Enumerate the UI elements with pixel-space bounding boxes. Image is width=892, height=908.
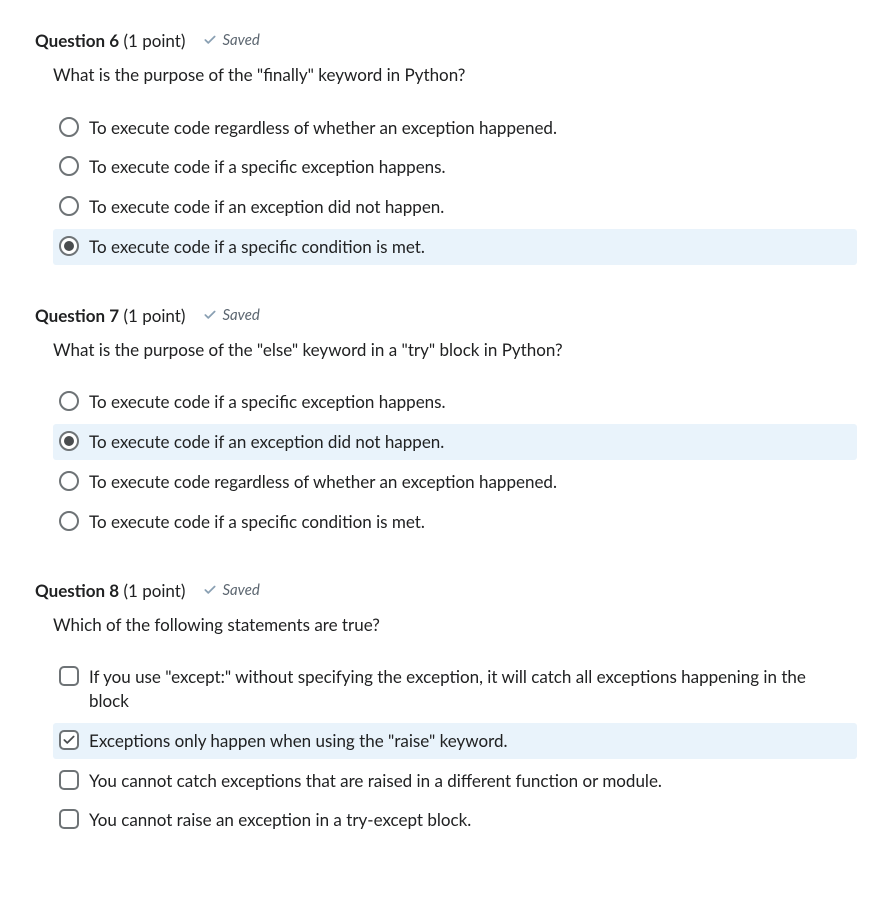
question-points: (1 point) — [123, 30, 185, 51]
radio-input[interactable] — [59, 511, 79, 531]
question-header: Question 6 (1 point) Saved — [35, 30, 857, 51]
option-text: To execute code regardless of whether an… — [89, 116, 849, 140]
option-text: You cannot raise an exception in a try-e… — [89, 808, 849, 832]
option-row[interactable]: To execute code if a specific condition … — [53, 504, 857, 540]
option-text: Exceptions only happen when using the "r… — [89, 729, 849, 753]
checkbox-input[interactable] — [59, 666, 79, 686]
option-text: To execute code regardless of whether an… — [89, 470, 849, 494]
question-title: Question 7 (1 point) — [35, 305, 185, 326]
option-text: To execute code if an exception did not … — [89, 430, 849, 454]
question-header: Question 8 (1 point) Saved — [35, 580, 857, 601]
question-prompt: What is the purpose of the "else" keywor… — [53, 338, 857, 363]
option-text: You cannot catch exceptions that are rai… — [89, 769, 849, 793]
option-row[interactable]: To execute code if a specific condition … — [53, 229, 857, 265]
question-block: Question 8 (1 point) Saved Which of the fo… — [35, 580, 857, 839]
saved-label: Saved — [222, 306, 259, 324]
question-title-prefix: Question — [35, 30, 109, 51]
option-row[interactable]: If you use "except:" without specifying … — [53, 659, 857, 719]
option-text: To execute code if a specific exception … — [89, 155, 849, 179]
question-title: Question 6 (1 point) — [35, 30, 185, 51]
option-text: To execute code if a specific condition … — [89, 235, 849, 259]
saved-label: Saved — [222, 31, 259, 49]
option-row[interactable]: To execute code if a specific exception … — [53, 384, 857, 420]
question-points: (1 point) — [123, 580, 185, 601]
check-icon — [62, 733, 76, 747]
saved-indicator: Saved — [203, 306, 259, 324]
question-number: 7 — [109, 305, 119, 326]
saved-label: Saved — [222, 581, 259, 599]
option-row[interactable]: To execute code regardless of whether an… — [53, 464, 857, 500]
question-points: (1 point) — [123, 305, 185, 326]
radio-input[interactable] — [59, 117, 79, 137]
option-text: If you use "except:" without specifying … — [89, 665, 849, 713]
radio-input[interactable] — [59, 471, 79, 491]
saved-indicator: Saved — [203, 31, 259, 49]
radio-input[interactable] — [59, 236, 79, 256]
check-icon — [203, 583, 217, 597]
question-prompt: Which of the following statements are tr… — [53, 613, 857, 638]
saved-indicator: Saved — [203, 581, 259, 599]
options-list: To execute code regardless of whether an… — [53, 110, 857, 265]
radio-input[interactable] — [59, 431, 79, 451]
option-row[interactable]: Exceptions only happen when using the "r… — [53, 723, 857, 759]
options-list: If you use "except:" without specifying … — [53, 659, 857, 838]
question-block: Question 7 (1 point) Saved What is the pur… — [35, 305, 857, 540]
checkbox-input[interactable] — [59, 809, 79, 829]
option-text: To execute code if a specific exception … — [89, 390, 849, 414]
option-row[interactable]: To execute code if an exception did not … — [53, 424, 857, 460]
option-row[interactable]: To execute code if a specific exception … — [53, 149, 857, 185]
check-icon — [203, 33, 217, 47]
option-row[interactable]: You cannot catch exceptions that are rai… — [53, 763, 857, 799]
option-row[interactable]: To execute code if an exception did not … — [53, 189, 857, 225]
question-block: Question 6 (1 point) Saved What is the pur… — [35, 30, 857, 265]
checkbox-input[interactable] — [59, 770, 79, 790]
question-title-prefix: Question — [35, 305, 109, 326]
options-list: To execute code if a specific exception … — [53, 384, 857, 539]
option-row[interactable]: To execute code regardless of whether an… — [53, 110, 857, 146]
option-text: To execute code if a specific condition … — [89, 510, 849, 534]
question-prompt: What is the purpose of the "finally" key… — [53, 63, 857, 88]
question-title: Question 8 (1 point) — [35, 580, 185, 601]
question-number: 8 — [109, 580, 119, 601]
checkbox-input[interactable] — [59, 730, 79, 750]
radio-input[interactable] — [59, 391, 79, 411]
question-number: 6 — [109, 30, 119, 51]
option-text: To execute code if an exception did not … — [89, 195, 849, 219]
radio-input[interactable] — [59, 196, 79, 216]
question-header: Question 7 (1 point) Saved — [35, 305, 857, 326]
question-title-prefix: Question — [35, 580, 109, 601]
check-icon — [203, 308, 217, 322]
quiz-container: Question 6 (1 point) Saved What is the pur… — [35, 30, 857, 838]
radio-input[interactable] — [59, 156, 79, 176]
option-row[interactable]: You cannot raise an exception in a try-e… — [53, 802, 857, 838]
